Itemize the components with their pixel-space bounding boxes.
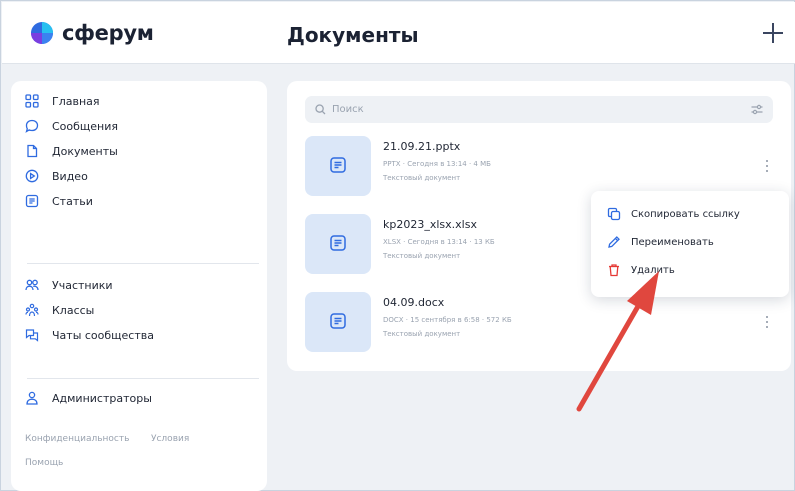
- sidebar-item-admins[interactable]: Администраторы: [25, 387, 152, 409]
- sidebar-item-classes[interactable]: Классы: [25, 299, 94, 321]
- sidebar-item-label: Сообщения: [52, 119, 119, 133]
- sidebar-item-label: Чаты сообщества: [52, 328, 154, 342]
- footer-link-terms[interactable]: Условия: [151, 434, 189, 444]
- sidebar: Главная Сообщения Документы Видео Статьи: [11, 81, 267, 491]
- document-thumbnail: [305, 136, 371, 196]
- sidebar-item-articles[interactable]: Статьи: [25, 190, 93, 212]
- context-menu: Скопировать ссылку Переименовать Удалить: [591, 191, 789, 297]
- top-header: сферум Документы: [2, 2, 795, 64]
- sidebar-item-label: Главная: [52, 94, 100, 108]
- people-icon: [25, 279, 39, 291]
- sidebar-item-label: Администраторы: [52, 391, 152, 405]
- sidebar-item-messages[interactable]: Сообщения: [25, 115, 118, 137]
- sidebar-item-community-chats[interactable]: Чаты сообщества: [25, 324, 154, 346]
- logo-text: сферум: [62, 21, 154, 45]
- grid-icon: [25, 94, 39, 108]
- menu-item-copy-link[interactable]: Скопировать ссылку: [607, 204, 740, 224]
- plus-icon[interactable]: [762, 22, 784, 44]
- more-options-icon[interactable]: [763, 158, 771, 174]
- filter-icon[interactable]: [751, 104, 763, 115]
- page-title: Документы: [287, 23, 419, 47]
- sidebar-item-label: Статьи: [52, 194, 93, 208]
- menu-item-label: Переименовать: [631, 236, 714, 248]
- search-bar: [305, 96, 773, 123]
- document-thumbnail: [305, 214, 371, 274]
- menu-item-label: Удалить: [631, 264, 675, 276]
- pencil-icon: [608, 236, 620, 248]
- document-row[interactable]: 21.09.21.pptx PPTX · Сегодня в 13:14 · 4…: [305, 136, 785, 196]
- classes-icon: [25, 303, 39, 317]
- document-icon: [27, 144, 38, 158]
- document-meta: DOCX · 15 сентября в 6:58 · 572 КБ: [383, 316, 512, 324]
- document-type: Текстовый документ: [383, 174, 461, 182]
- trash-icon: [609, 264, 619, 277]
- chat-bubble-icon: [25, 119, 39, 133]
- document-name: kp2023_xlsx.xlsx: [383, 218, 477, 231]
- person-icon: [26, 391, 38, 405]
- article-icon: [25, 194, 39, 208]
- menu-item-label: Скопировать ссылку: [631, 208, 740, 220]
- sferum-logo-icon: [30, 21, 54, 45]
- logo[interactable]: сферум: [30, 21, 154, 45]
- sidebar-item-video[interactable]: Видео: [25, 165, 88, 187]
- app-window: сферум Документы Главная Сообщения Докум…: [0, 0, 795, 491]
- file-icon: [330, 157, 346, 173]
- copy-icon: [607, 207, 621, 221]
- document-type: Текстовый документ: [383, 330, 461, 338]
- menu-item-delete[interactable]: Удалить: [607, 260, 675, 280]
- document-thumbnail: [305, 292, 371, 352]
- document-name: 21.09.21.pptx: [383, 140, 461, 153]
- document-meta: XLSX · Сегодня в 13:14 · 13 КБ: [383, 238, 495, 246]
- sidebar-divider: [27, 378, 259, 379]
- sidebar-divider: [27, 263, 259, 264]
- document-meta: PPTX · Сегодня в 13:14 · 4 МБ: [383, 160, 491, 168]
- sidebar-item-home[interactable]: Главная: [25, 90, 100, 112]
- search-input[interactable]: [332, 104, 732, 115]
- document-type: Текстовый документ: [383, 252, 461, 260]
- more-options-icon[interactable]: [763, 314, 771, 330]
- footer-link-help[interactable]: Помощь: [25, 458, 63, 468]
- menu-item-rename[interactable]: Переименовать: [607, 232, 714, 252]
- document-row[interactable]: 04.09.docx DOCX · 15 сентября в 6:58 · 5…: [305, 292, 785, 352]
- footer-link-privacy[interactable]: Конфиденциальность: [25, 434, 129, 444]
- sidebar-item-documents[interactable]: Документы: [25, 140, 118, 162]
- sidebar-item-label: Документы: [52, 144, 118, 158]
- search-icon: [315, 104, 326, 115]
- file-icon: [330, 235, 346, 251]
- chats-icon: [25, 329, 39, 342]
- sidebar-item-label: Классы: [52, 303, 95, 317]
- document-name: 04.09.docx: [383, 296, 445, 309]
- play-circle-icon: [25, 169, 39, 183]
- sidebar-item-label: Видео: [52, 169, 88, 183]
- sidebar-item-label: Участники: [52, 278, 113, 292]
- file-icon: [330, 313, 346, 329]
- sidebar-item-members[interactable]: Участники: [25, 274, 113, 296]
